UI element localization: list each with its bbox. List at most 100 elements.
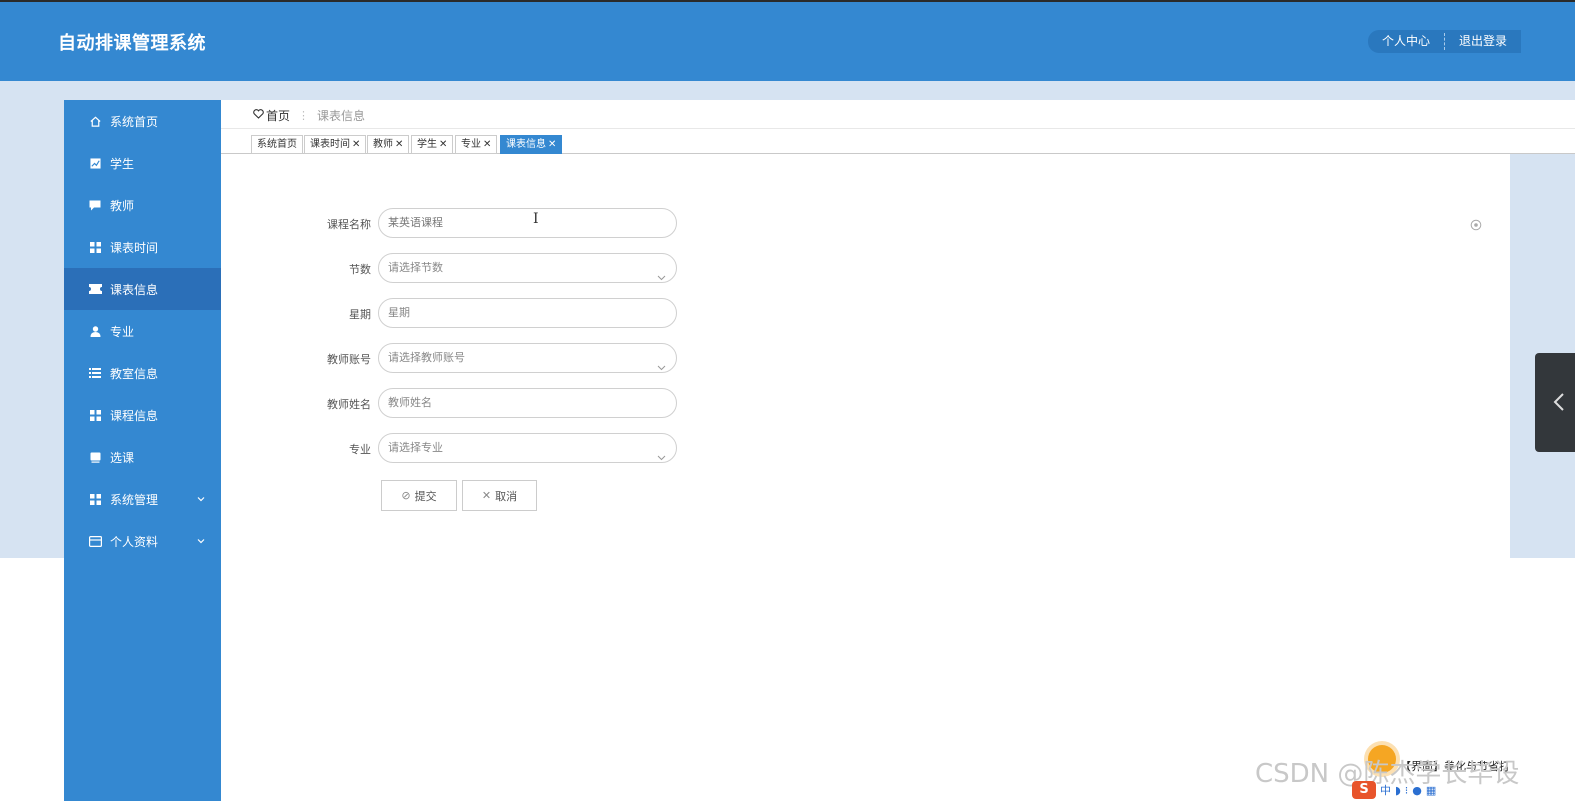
weekday-label: 星期 — [349, 308, 371, 321]
close-icon[interactable]: ✕ — [395, 139, 403, 150]
chart-icon — [88, 156, 102, 170]
tab-major[interactable]: 专业 ✕ — [455, 135, 498, 154]
chevron-down-icon — [657, 444, 666, 472]
chevron-left-icon — [1553, 393, 1564, 411]
cancel-label: 取消 — [495, 489, 518, 503]
check-circle-icon: ⊘ — [401, 489, 411, 502]
logout-button[interactable]: 退出登录 — [1445, 30, 1521, 53]
header-actions: 个人中心 退出登录 — [1368, 30, 1522, 53]
sidebar-item-label: 学生 — [110, 156, 135, 171]
teacher-account-placeholder: 请选择教师账号 — [388, 351, 465, 364]
sidebar-item-students[interactable]: 学生 — [64, 142, 221, 184]
sidebar-item-home[interactable]: 系统首页 — [64, 100, 221, 142]
sidebar: 系统首页 学生 教师 课表时间 课表信息 专业 教室信息 课程信息 选课 系统管… — [64, 100, 221, 801]
cancel-button[interactable]: ✕ 取消 — [462, 480, 537, 511]
teacher-name-input[interactable]: 教师姓名 — [378, 388, 677, 418]
course-name-input[interactable]: 某英语课程 — [378, 208, 677, 238]
sidebar-item-label: 课程信息 — [110, 408, 159, 423]
tab-students[interactable]: 学生 ✕ — [411, 135, 454, 154]
app-title: 自动排课管理系统 — [58, 33, 206, 54]
main-panel: 首页 ⋮ 课表信息 系统首页 课表时间 ✕ 教师 ✕ 学生 ✕ 专业 ✕ 课表信息 ✕ 课… — [221, 100, 1575, 558]
form-row-weekday: 星期 星期 — [221, 298, 681, 328]
ime-tool-icon[interactable]: 中 — [1380, 782, 1391, 798]
list-icon — [88, 366, 102, 380]
sidebar-item-schedule-info[interactable]: 课表信息 — [64, 268, 221, 310]
sidebar-item-classroom[interactable]: 教室信息 — [64, 352, 221, 394]
period-select[interactable]: 请选择节数 — [378, 253, 677, 283]
grid-icon — [88, 408, 102, 422]
submit-label: 提交 — [414, 489, 437, 503]
tab-schedule-info[interactable]: 课表信息 ✕ — [500, 135, 563, 154]
close-icon: ✕ — [481, 489, 492, 502]
drawer-toggle-button[interactable] — [1535, 353, 1575, 452]
tab-label: 学生 — [417, 139, 437, 150]
major-select[interactable]: 请选择专业 — [378, 433, 677, 463]
form-row-teacher-name: 教师姓名 教师姓名 — [221, 388, 681, 418]
teacher-account-label: 教师账号 — [327, 353, 371, 366]
ime-tool-icon[interactable]: ◗ — [1395, 784, 1401, 797]
sidebar-item-system-management[interactable]: 系统管理 — [64, 478, 221, 520]
chevron-down-icon — [197, 533, 205, 547]
chevron-down-icon — [657, 354, 666, 382]
teacher-name-label: 教师姓名 — [327, 398, 371, 411]
home-icon — [88, 114, 102, 128]
keyboard-icon[interactable]: ▦ — [1426, 784, 1436, 797]
sidebar-item-schedule-time[interactable]: 课表时间 — [64, 226, 221, 268]
breadcrumb-home[interactable]: 首页 — [253, 107, 290, 124]
ticket-icon — [88, 282, 102, 296]
sogou-icon[interactable]: S — [1352, 781, 1376, 799]
top-header: 自动排课管理系统 个人中心 退出登录 — [0, 0, 1575, 81]
close-icon[interactable]: ✕ — [439, 139, 447, 150]
sidebar-item-profile[interactable]: 个人资料 — [64, 520, 221, 562]
grid-icon — [88, 240, 102, 254]
sidebar-item-label: 系统管理 — [110, 492, 159, 507]
text-cursor-icon: I — [533, 211, 539, 227]
personal-center-button[interactable]: 个人中心 — [1368, 30, 1444, 53]
sidebar-item-major[interactable]: 专业 — [64, 310, 221, 352]
chevron-down-icon — [657, 264, 666, 292]
ime-tool-icon[interactable]: ⁝ — [1405, 784, 1409, 797]
major-label: 专业 — [349, 443, 371, 456]
book-icon — [88, 450, 102, 464]
settings-icon[interactable] — [1470, 216, 1482, 235]
major-placeholder: 请选择专业 — [388, 441, 443, 454]
sidebar-item-course[interactable]: 课程信息 — [64, 394, 221, 436]
tab-label: 课表信息 — [506, 139, 546, 150]
breadcrumb-separator: ⋮ — [298, 108, 310, 122]
tab-schedule-time[interactable]: 课表时间 ✕ — [304, 135, 367, 154]
grid-icon — [88, 492, 102, 506]
form-row-period: 节数 请选择节数 — [221, 253, 681, 283]
sidebar-item-teachers[interactable]: 教师 — [64, 184, 221, 226]
close-icon[interactable]: ✕ — [548, 139, 556, 150]
tab-label: 系统首页 — [257, 139, 297, 150]
sidebar-item-label: 教室信息 — [110, 366, 159, 381]
tab-bar: 系统首页 课表时间 ✕ 教师 ✕ 学生 ✕ 专业 ✕ 课表信息 ✕ — [221, 128, 1575, 154]
tab-teachers[interactable]: 教师 ✕ — [367, 135, 410, 154]
form-row-teacher-account: 教师账号 请选择教师账号 — [221, 343, 681, 373]
breadcrumb: 首页 ⋮ 课表信息 — [253, 106, 365, 124]
breadcrumb-current: 课表信息 — [317, 108, 366, 123]
close-icon[interactable]: ✕ — [352, 139, 360, 150]
submit-button[interactable]: ⊘ 提交 — [381, 480, 457, 511]
sidebar-item-label: 选课 — [110, 450, 135, 465]
comment-icon — [88, 198, 102, 212]
weekday-input[interactable]: 星期 — [378, 298, 677, 328]
sidebar-item-label: 系统首页 — [110, 114, 159, 129]
tab-home[interactable]: 系统首页 — [251, 135, 303, 154]
form-row-course-name: 课程名称 某英语课程 — [221, 208, 681, 238]
tab-label: 教师 — [373, 139, 393, 150]
sidebar-item-label: 个人资料 — [110, 534, 159, 549]
user-icon — [88, 324, 102, 338]
sidebar-item-label: 课表信息 — [110, 282, 159, 297]
close-icon[interactable]: ✕ — [483, 139, 491, 150]
sidebar-item-course-selection[interactable]: 选课 — [64, 436, 221, 478]
period-label: 节数 — [349, 263, 371, 276]
period-placeholder: 请选择节数 — [388, 261, 443, 274]
course-name-label: 课程名称 — [327, 218, 371, 231]
teacher-account-select[interactable]: 请选择教师账号 — [378, 343, 677, 373]
ime-toolbar: S 中 ◗ ⁝ ● ▦ — [1352, 781, 1436, 799]
microphone-icon[interactable]: ● — [1412, 784, 1422, 797]
sidebar-item-label: 教师 — [110, 198, 135, 213]
tab-label: 专业 — [461, 139, 481, 150]
card-icon — [88, 534, 102, 548]
